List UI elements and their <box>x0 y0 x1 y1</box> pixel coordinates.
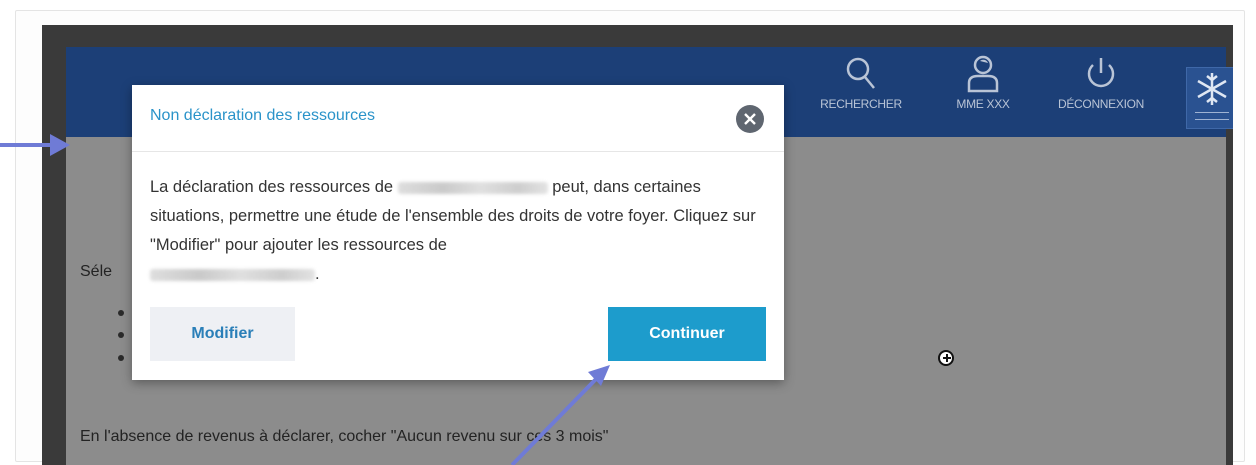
logout-nav-label: DÉCONNEXION <box>1057 97 1145 111</box>
resources-dialog: Non déclaration des ressources La déclar… <box>132 85 784 380</box>
search-nav-item[interactable]: RECHERCHER <box>806 55 916 111</box>
close-button[interactable] <box>736 105 764 133</box>
close-icon <box>744 113 756 125</box>
logout-nav-item[interactable]: DÉCONNEXION <box>1046 55 1156 111</box>
redacted-name <box>150 268 315 281</box>
modify-button[interactable]: Modifier <box>150 307 295 361</box>
list-bullet <box>118 332 124 338</box>
no-income-instruction: En l'absence de revenus à déclarer, coch… <box>80 428 609 445</box>
continue-button[interactable]: Continuer <box>608 307 766 361</box>
power-icon <box>1087 58 1115 88</box>
user-menu-label: MME XXX <box>956 97 1010 111</box>
brand-logo <box>1186 67 1233 129</box>
dialog-message-part3: . <box>315 265 320 283</box>
logo-caption <box>1195 112 1229 120</box>
search-nav-label: RECHERCHER <box>820 97 902 111</box>
list-bullet <box>118 310 124 316</box>
dialog-message-part1: La déclaration des ressources de <box>150 178 394 196</box>
search-icon <box>846 57 875 89</box>
user-icon <box>967 55 999 93</box>
cursor-plus-icon <box>938 350 954 366</box>
dialog-title: Non déclaration des ressources <box>150 107 376 124</box>
redacted-name <box>397 181 548 194</box>
dialog-message: La déclaration des ressources de peut, d… <box>150 173 760 289</box>
snowflake-logo-icon <box>1197 73 1227 105</box>
user-menu[interactable]: MME XXX <box>928 55 1038 145</box>
select-instruction-fragment: Séle <box>80 263 113 280</box>
dialog-divider <box>132 151 784 152</box>
list-bullet <box>118 355 124 361</box>
